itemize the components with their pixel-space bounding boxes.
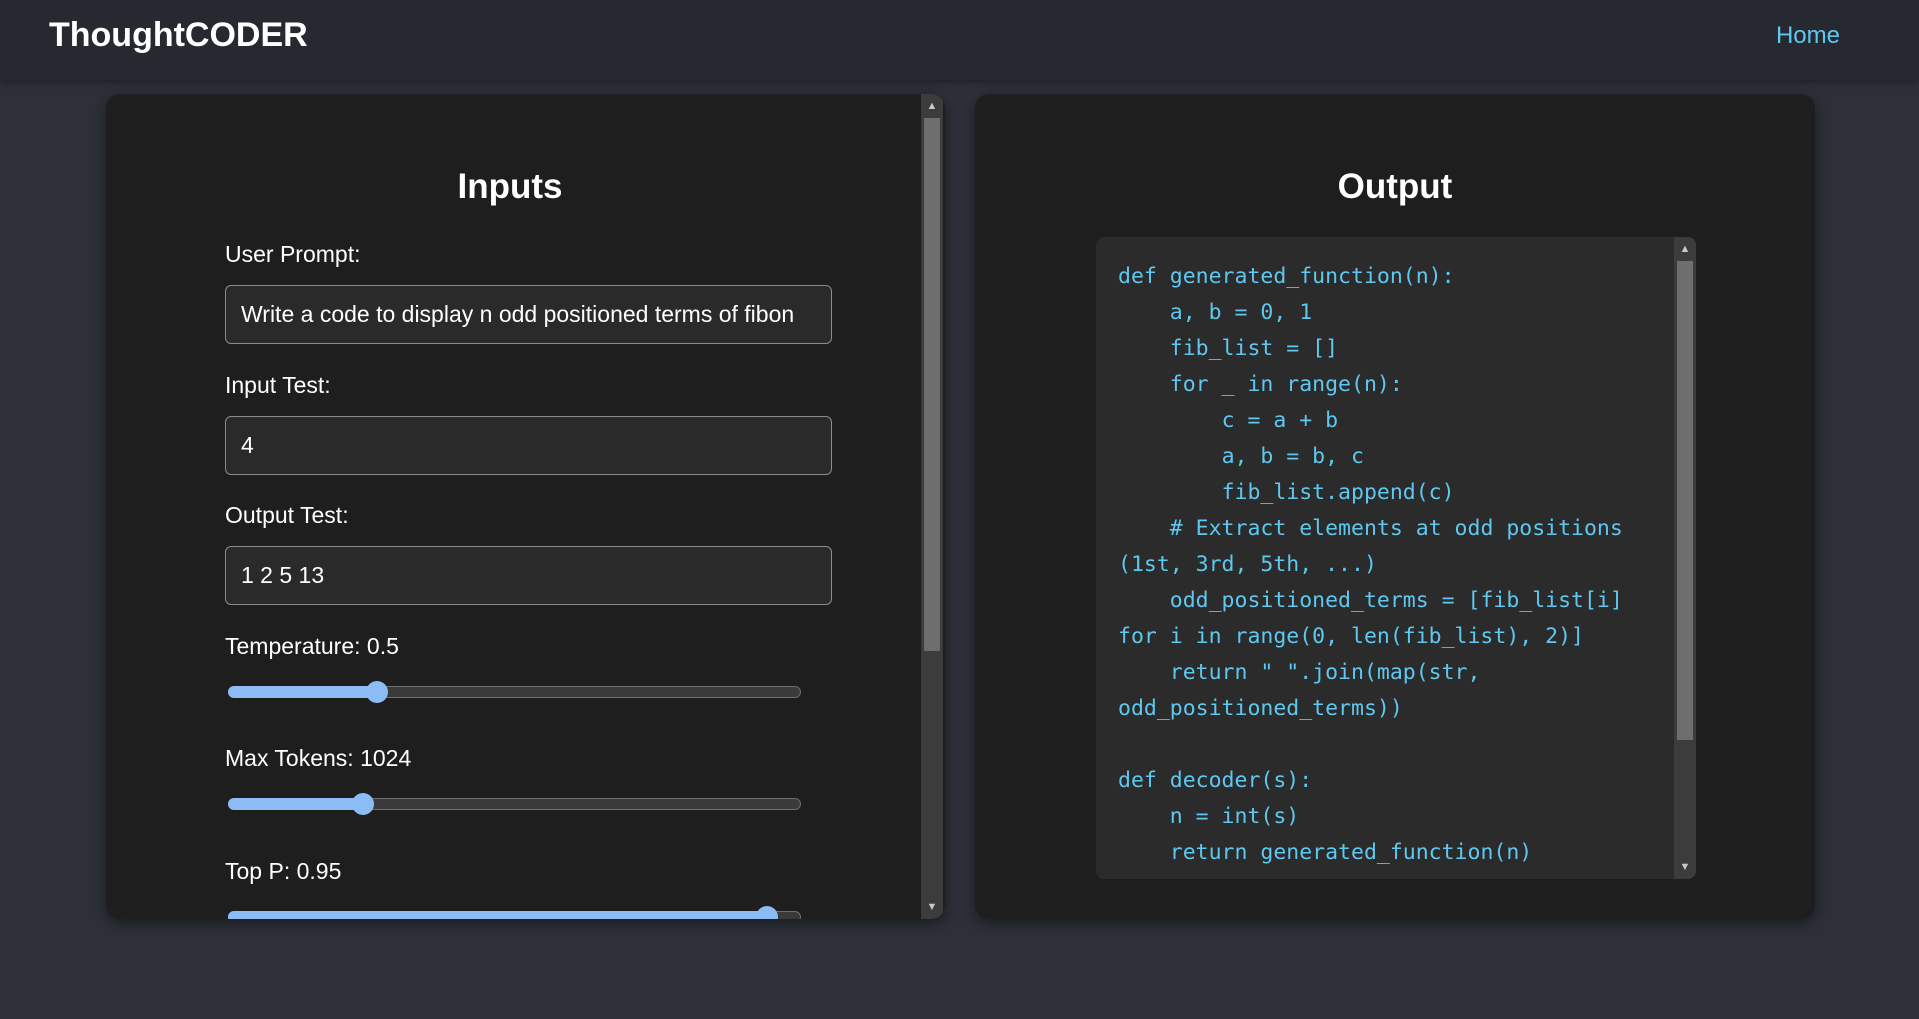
- scroll-up-icon[interactable]: ▲: [921, 96, 943, 116]
- output-test-label: Output Test:: [225, 502, 349, 528]
- top-navbar: ThoughtCODER Home: [0, 0, 1919, 80]
- scrollbar-thumb[interactable]: [1677, 261, 1693, 740]
- inputs-panel: Inputs User Prompt: Write a code to disp…: [106, 94, 945, 919]
- slider-fill: [228, 911, 767, 919]
- user-prompt-label: User Prompt:: [225, 241, 361, 267]
- scrollbar-thumb[interactable]: [924, 118, 940, 651]
- scroll-down-icon[interactable]: ▼: [1674, 857, 1696, 877]
- slider-thumb[interactable]: [352, 793, 375, 815]
- user-prompt-input[interactable]: Write a code to display n odd positioned…: [225, 285, 832, 344]
- output-test-field[interactable]: 1 2 5 13: [225, 546, 832, 605]
- scroll-up-icon[interactable]: ▲: [1674, 239, 1696, 259]
- output-title: Output: [1337, 167, 1453, 206]
- inputs-scrollbar[interactable]: ▲ ▼: [921, 94, 943, 919]
- input-test-field[interactable]: 4: [225, 416, 832, 475]
- slider-fill: [228, 798, 364, 810]
- max-tokens-label: Max Tokens: 1024: [225, 745, 412, 771]
- input-test-label: Input Test:: [225, 372, 331, 398]
- slider-thumb[interactable]: [365, 681, 388, 703]
- max-tokens-slider[interactable]: [228, 793, 801, 815]
- nav-home-link[interactable]: Home: [1776, 22, 1840, 50]
- output-panel: Output def generated_function(n): a, b =…: [975, 94, 1815, 919]
- code-scrollbar[interactable]: ▲ ▼: [1674, 237, 1696, 879]
- slider-fill: [228, 686, 377, 698]
- code-output-box[interactable]: def generated_function(n): a, b = 0, 1 f…: [1096, 237, 1696, 879]
- inputs-title: Inputs: [457, 167, 563, 206]
- generated-code: def generated_function(n): a, b = 0, 1 f…: [1118, 264, 1623, 865]
- temperature-slider[interactable]: [228, 681, 801, 703]
- slider-thumb[interactable]: [755, 906, 778, 919]
- top-p-label: Top P: 0.95: [225, 858, 342, 884]
- temperature-label: Temperature: 0.5: [225, 633, 399, 659]
- scroll-down-icon[interactable]: ▼: [921, 897, 943, 917]
- top-p-slider[interactable]: [228, 906, 801, 919]
- brand-logo: ThoughtCODER: [49, 16, 308, 54]
